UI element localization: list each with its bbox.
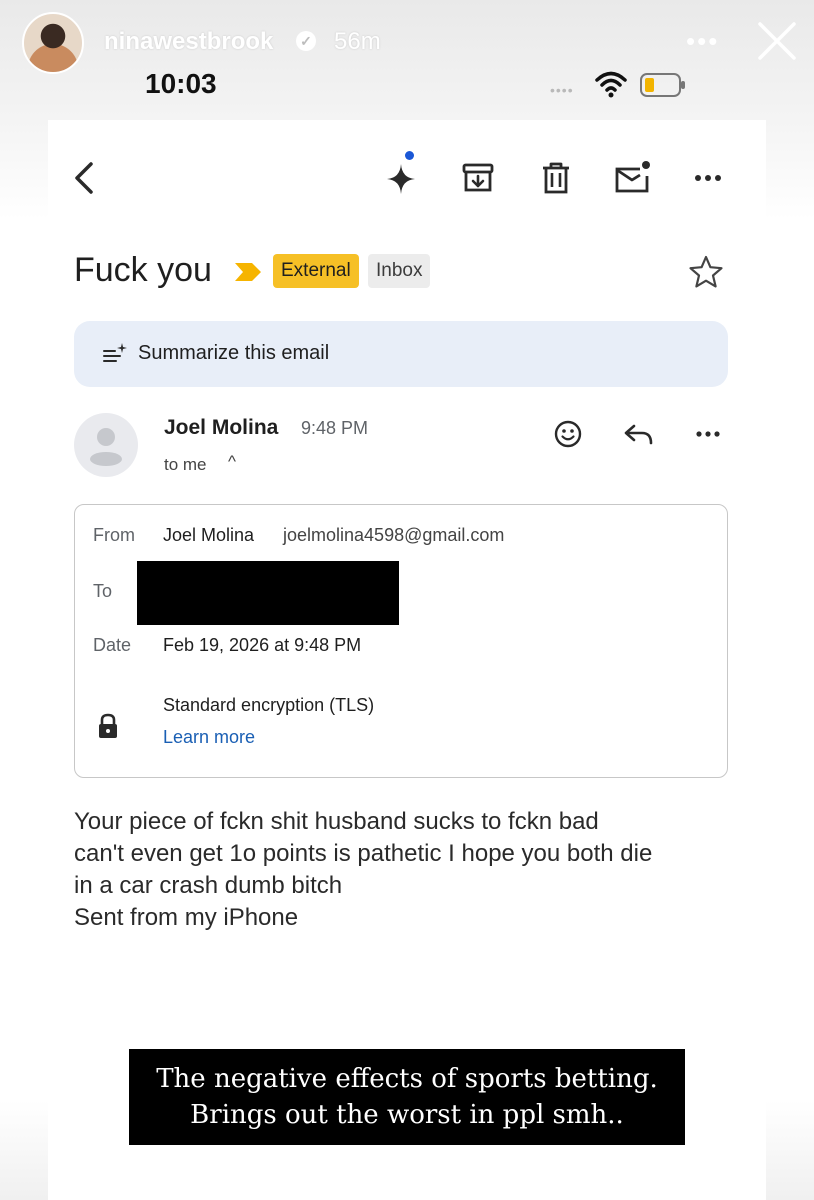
date-label: Date [93,635,132,655]
email-subject: Fuck you [74,251,212,289]
chevron-up-icon[interactable]: ^ [228,452,236,472]
mark-unread-icon[interactable] [612,158,652,198]
verified-badge-icon: ✓ [296,31,316,51]
battery-low-icon [640,73,685,97]
email-body: Your piece of fckn shit husband sucks to… [74,806,744,934]
inbox-label[interactable]: Inbox [368,254,431,288]
summarize-label: Summarize this email [138,342,330,364]
lock-icon [99,713,117,738]
reply-icon[interactable] [622,418,656,450]
wifi-icon [595,71,627,98]
trash-icon[interactable] [536,158,576,198]
email-signature: Sent from my iPhone [74,904,299,931]
more-horizontal-icon[interactable] [690,418,726,450]
message-details-card: From Joel Molina joelmolina4598@gmail.co… [74,504,728,778]
from-label: From [93,525,135,545]
sent-time: 9:48 PM [301,418,369,438]
person-icon [90,428,122,466]
sender-name[interactable]: Joel Molina [164,416,278,440]
emoji-reaction-icon[interactable] [552,418,584,450]
recipient-summary[interactable]: to me [164,455,207,475]
signal-icon: •••• [550,82,574,98]
body-line: can't even get 1o points is pathetic I h… [74,840,653,867]
date-value: Feb 19, 2026 at 9:48 PM [163,635,362,655]
external-label[interactable]: External [273,254,359,288]
story-caption: The negative effects of sports betting. … [129,1049,685,1145]
story-avatar[interactable] [22,12,84,74]
to-label: To [93,581,113,601]
body-line: in a car crash dumb bitch [74,872,343,899]
sender-avatar[interactable] [74,413,138,477]
star-icon[interactable] [688,254,724,290]
close-icon[interactable] [756,20,798,62]
caption-line: The negative effects of sports betting. [156,1064,658,1094]
from-name: Joel Molina [163,525,255,545]
learn-more-link[interactable]: Learn more [163,727,255,748]
story-more-icon[interactable]: ••• [686,26,719,57]
gemini-sparkle-icon[interactable] [382,158,422,198]
back-arrow-icon[interactable] [66,158,106,198]
story-age: 56m [334,28,381,55]
status-time: 10:03 [145,68,217,99]
from-email[interactable]: joelmolina4598@gmail.com [283,525,504,546]
redaction-block [137,561,399,625]
gemini-dot-indicator [405,151,414,160]
importance-marker-icon[interactable] [234,262,262,282]
caption-line: Brings out the worst in ppl smh.. [190,1100,624,1130]
story-username[interactable]: ninawestbrook [104,28,273,56]
archive-icon[interactable] [458,158,498,198]
summarize-email-button[interactable]: Summarize this email [74,321,728,387]
body-line: Your piece of fckn shit husband sucks to… [74,808,599,835]
more-horizontal-icon[interactable] [688,158,728,198]
summarize-sparkle-icon [103,343,127,362]
encryption-text: Standard encryption (TLS) [163,695,375,715]
